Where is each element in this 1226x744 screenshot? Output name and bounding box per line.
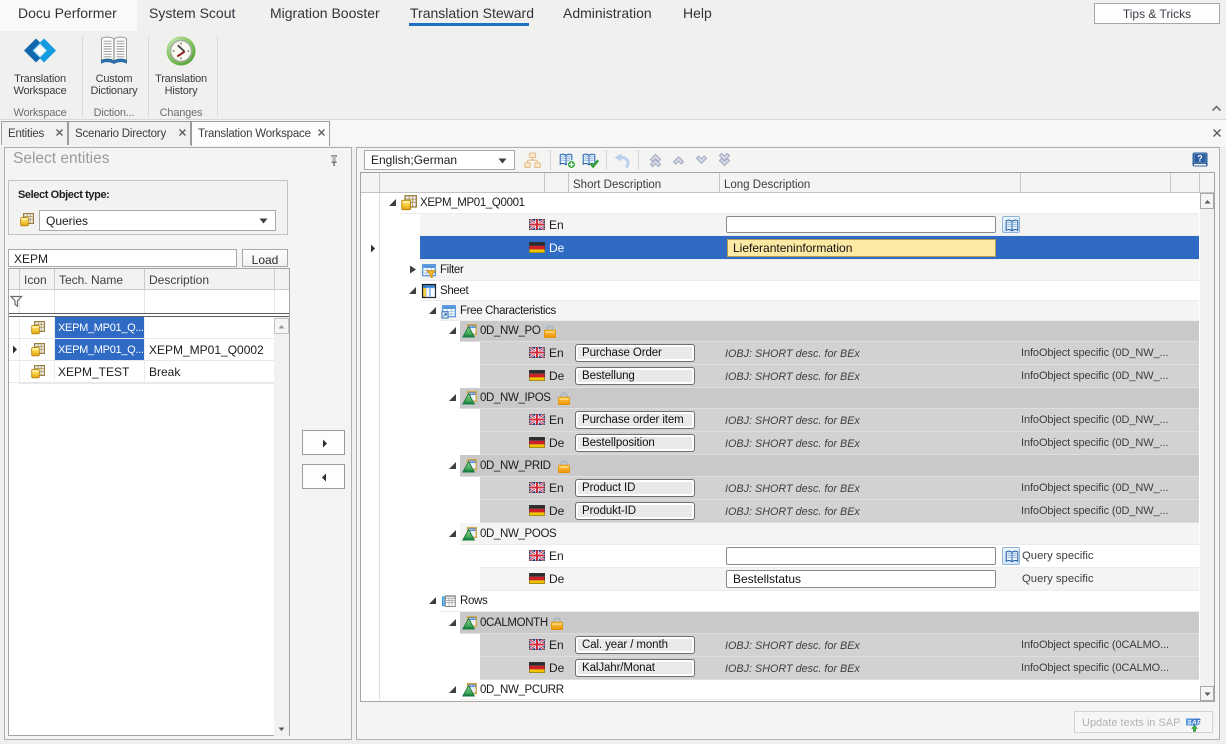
svg-text:?: ? bbox=[1197, 153, 1203, 163]
